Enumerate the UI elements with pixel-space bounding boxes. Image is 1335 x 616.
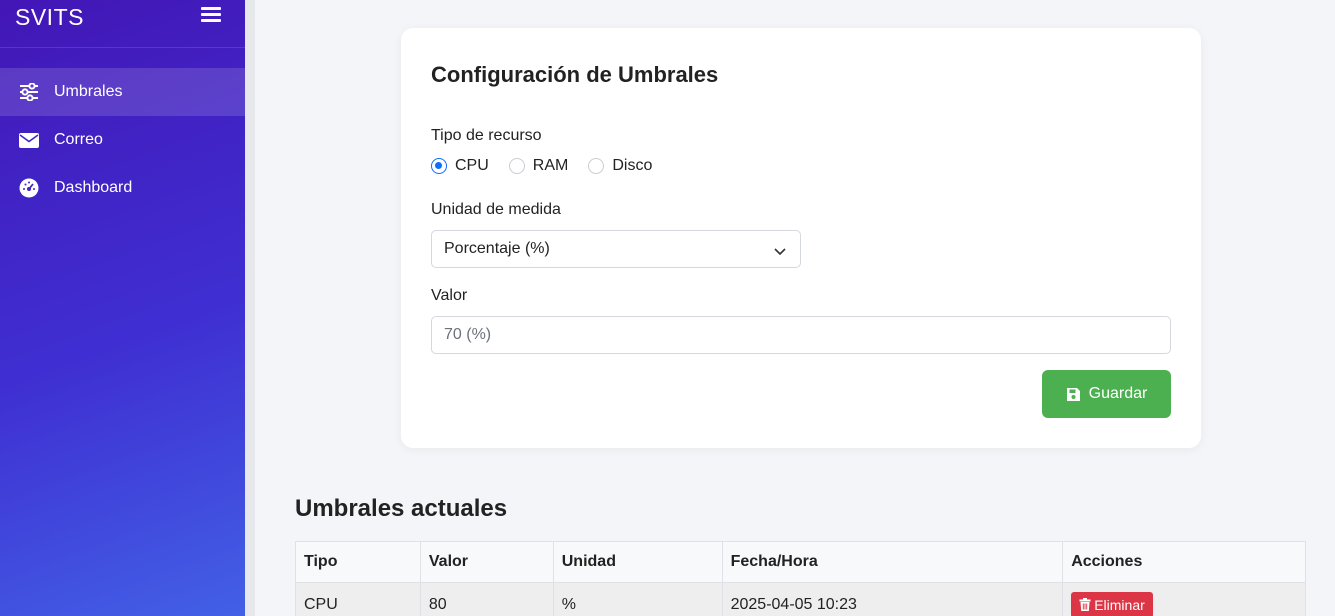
column-header: Fecha/Hora [721,541,1064,583]
radio-disco[interactable]: Disco [588,157,652,175]
delete-button[interactable]: Eliminar [1071,591,1153,616]
sidebar: SVITS Umbrales Correo Dashboard [0,0,245,616]
envelope-icon [18,130,40,150]
value-label: Valor [431,287,468,304]
sidebar-header: SVITS [0,0,245,48]
column-header: Acciones [1062,541,1306,583]
cell-valor: 80 [419,582,554,616]
radio-label: Disco [612,157,653,174]
cell-unidad: % [552,582,723,616]
gauge-icon [18,178,40,198]
form-title: Configuración de Umbrales [431,62,719,87]
value-input[interactable] [431,316,1171,354]
radio-checked-icon [431,158,447,174]
thresholds-table: Tipo Valor Unidad Fecha/Hora Acciones CP… [295,541,1306,616]
save-button[interactable]: Guardar [1042,370,1171,418]
brand-logo[interactable]: SVITS [15,4,84,31]
sidebar-nav: Umbrales Correo Dashboard [0,68,245,212]
floppy-disk-icon [1066,387,1081,402]
content-edge [245,0,255,616]
radio-ram[interactable]: RAM [508,157,569,175]
radio-cpu[interactable]: CPU [431,157,489,175]
column-header: Tipo [295,541,421,583]
trash-icon [1079,598,1091,611]
thresholds-section-title: Umbrales actuales [295,495,508,522]
radio-unchecked-icon [588,158,605,174]
table-header-row: Tipo Valor Unidad Fecha/Hora Acciones [295,541,1306,583]
delete-button-label: Eliminar [1094,596,1145,613]
sliders-icon [18,82,40,102]
column-header: Valor [419,541,554,583]
unit-selected-value: Porcentaje (%) [444,240,550,257]
radio-label: CPU [455,157,489,174]
cell-acciones: Eliminar [1062,582,1306,616]
save-button-label: Guardar [1088,385,1148,402]
unit-select[interactable]: Porcentaje (%) [431,230,801,268]
sidebar-item-dashboard[interactable]: Dashboard [0,164,245,212]
sidebar-item-label: Correo [54,131,103,148]
radio-label: RAM [532,157,569,174]
cell-tipo: CPU [295,582,421,616]
resource-type-radio-group: CPU RAM Disco [431,157,672,175]
cell-fecha: 2025-04-05 10:23 [721,582,1064,616]
sidebar-item-correo[interactable]: Correo [0,116,245,164]
table-row: CPU 80 % 2025-04-05 10:23 Eliminar [295,582,1306,616]
sidebar-item-label: Umbrales [54,83,123,100]
chevron-down-icon [774,243,786,261]
column-header: Unidad [552,541,723,583]
unit-label: Unidad de medida [431,201,561,218]
resource-type-label: Tipo de recurso [431,127,542,144]
sidebar-item-umbrales[interactable]: Umbrales [0,68,245,116]
threshold-form-card: Configuración de Umbrales Tipo de recurs… [401,28,1201,448]
sidebar-item-label: Dashboard [54,179,133,196]
menu-toggle-icon[interactable] [201,7,221,23]
radio-unchecked-icon [508,158,525,174]
